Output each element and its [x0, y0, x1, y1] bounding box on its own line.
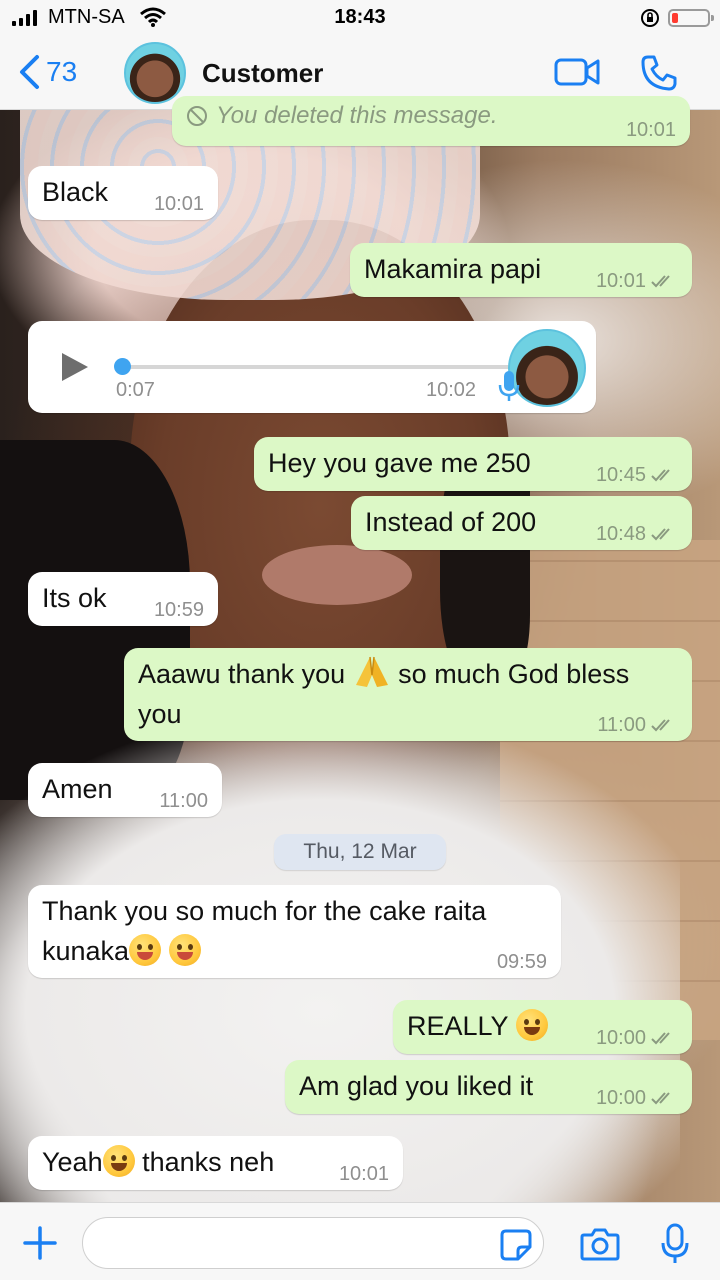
message-time: 10:01: [338, 1163, 389, 1185]
message-text: thanks neh: [142, 1147, 275, 1177]
message-text: so much God bless: [398, 659, 630, 689]
read-ticks-icon: [651, 528, 670, 541]
message-input[interactable]: [82, 1217, 544, 1269]
message-time: 10:48: [596, 524, 678, 544]
contact-avatar[interactable]: [124, 42, 186, 104]
message-bubble[interactable]: Hey you gave me 250 10:45: [254, 437, 692, 491]
back-chevron-icon: [20, 55, 39, 89]
back-button[interactable]: 73: [18, 52, 77, 92]
yum-emoji-icon: [129, 934, 162, 966]
date-separator: Thu, 12 Mar: [274, 834, 446, 870]
message-text: Makamira papi: [364, 254, 542, 284]
read-ticks-icon: [651, 469, 670, 482]
message-time: 10:02: [426, 379, 477, 401]
plus-icon[interactable]: [22, 1225, 58, 1261]
message-text: you: [138, 699, 182, 729]
message-time: 11:00: [159, 790, 208, 812]
sticker-icon[interactable]: [500, 1229, 532, 1261]
play-icon[interactable]: [60, 351, 90, 383]
message-time: 10:59: [153, 599, 204, 621]
composer-bar: [0, 1202, 720, 1280]
contact-name[interactable]: Customer: [202, 58, 323, 89]
camera-icon[interactable]: [580, 1227, 620, 1261]
message-time: 10:00: [596, 1028, 678, 1048]
orientation-lock-icon: [641, 9, 659, 27]
message-text: Aaawu thank you: [138, 659, 346, 689]
smile-emoji-icon: [102, 1145, 135, 1177]
message-bubble-deleted[interactable]: You deleted this message. 10:01: [172, 96, 690, 146]
message-text: Thank you so much for the cake raita: [42, 896, 487, 926]
voice-progress-track[interactable]: [122, 365, 510, 369]
yum-emoji-icon: [168, 934, 201, 966]
voice-message[interactable]: 0:07 10:02: [28, 321, 596, 413]
deleted-icon: [187, 106, 207, 126]
message-bubble[interactable]: Its ok 10:59: [28, 572, 218, 626]
message-time: 10:00: [596, 1088, 678, 1108]
microphone-icon: [498, 371, 520, 401]
message-text: Instead of 200: [365, 507, 537, 537]
message-text: Its ok: [42, 583, 107, 613]
message-text: Hey you gave me 250: [268, 448, 531, 478]
read-ticks-icon: [651, 1032, 670, 1045]
message-text: REALLY: [407, 1011, 509, 1041]
message-bubble[interactable]: Instead of 200 10:48: [351, 496, 692, 550]
read-ticks-icon: [651, 719, 670, 732]
grin-emoji-icon: [515, 1009, 548, 1041]
status-time: 18:43: [334, 6, 386, 28]
message-time: 11:00: [597, 715, 678, 735]
message-bubble[interactable]: Thank you so much for the cake raita kun…: [28, 885, 561, 978]
message-text: Yeah: [42, 1147, 103, 1177]
voice-progress-knob[interactable]: [114, 358, 131, 375]
message-time: 10:01: [625, 119, 676, 141]
message-bubble[interactable]: Amen 11:00: [28, 763, 222, 817]
message-bubble[interactable]: Am glad you liked it 10:00: [285, 1060, 692, 1114]
message-text: kunaka: [42, 936, 130, 966]
read-ticks-icon: [651, 275, 670, 288]
message-time: 10:45: [596, 465, 678, 485]
message-bubble[interactable]: Aaawu thank you so much God bless you 11…: [124, 648, 692, 741]
status-bar: MTN-SA 18:43: [0, 0, 720, 36]
message-text: You deleted this message.: [216, 102, 498, 129]
microphone-icon[interactable]: [660, 1223, 690, 1265]
message-time: 09:59: [496, 951, 547, 973]
message-time: 10:01: [153, 193, 204, 215]
message-bubble[interactable]: Makamira papi 10:01: [350, 243, 692, 297]
message-text: Black: [42, 177, 109, 207]
phone-icon[interactable]: [640, 54, 678, 92]
video-call-icon[interactable]: [554, 56, 600, 88]
message-bubble[interactable]: REALLY 10:00: [393, 1000, 692, 1054]
pray-emoji-icon: [355, 656, 388, 687]
voice-duration: 0:07: [116, 379, 155, 401]
unread-count: 73: [46, 56, 78, 87]
read-ticks-icon: [651, 1092, 670, 1105]
message-text: Amen: [42, 774, 113, 804]
message-bubble[interactable]: Black 10:01: [28, 166, 218, 220]
message-time: 10:01: [596, 271, 678, 291]
message-text: Am glad you liked it: [299, 1071, 534, 1101]
message-bubble[interactable]: Yeah thanks neh 10:01: [28, 1136, 403, 1190]
battery-icon: [668, 9, 714, 27]
